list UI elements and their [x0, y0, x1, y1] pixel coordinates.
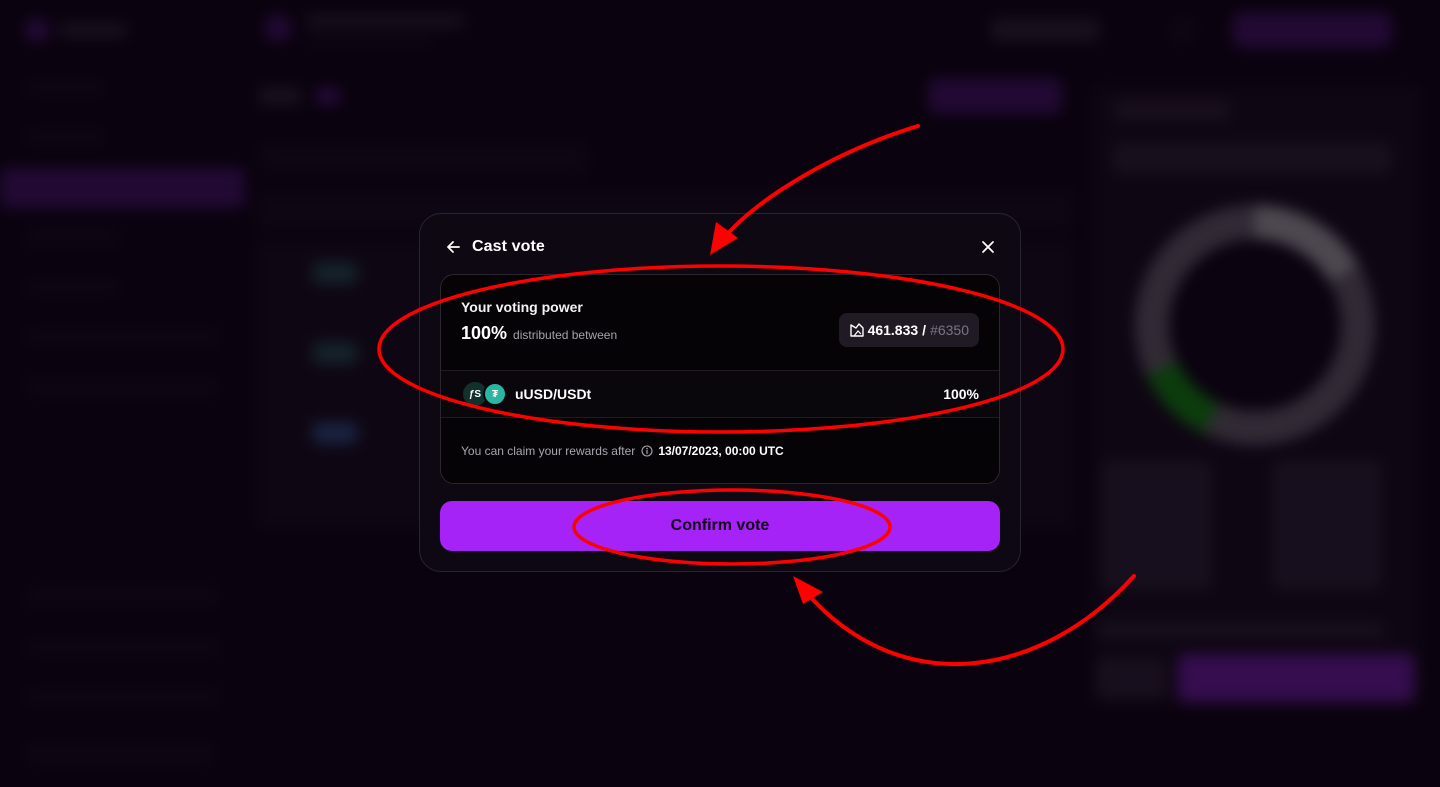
voting-power-distributed: distributed between [513, 328, 618, 342]
pool-pair-row: ƒS ₮ uUSD/USDt 100% [441, 370, 999, 418]
nft-icon [849, 322, 865, 338]
close-icon[interactable] [978, 237, 998, 257]
back-arrow-icon[interactable] [444, 238, 462, 256]
claim-text: You can claim your rewards after [461, 444, 636, 458]
voting-power-amount: 461.833 [867, 322, 919, 338]
info-icon[interactable] [641, 445, 653, 457]
confirm-vote-button[interactable]: Confirm vote [440, 501, 1000, 551]
usdt-token-icon: ₮ [483, 382, 507, 406]
voting-power-separator: / [922, 322, 927, 338]
nft-id: #6350 [930, 322, 969, 338]
voting-power-percent: 100% [461, 323, 508, 343]
voting-power-badge: 461.833 / #6350 [838, 313, 979, 347]
pair-token-icons: ƒS ₮ [461, 381, 509, 407]
voting-power-section: Your voting power 100% distributed betwe… [441, 275, 999, 370]
pair-name: uUSD/USDt [515, 386, 592, 402]
claim-date: 13/07/2023, 00:00 UTC [658, 444, 784, 458]
modal-header: Cast vote [444, 236, 998, 258]
modal-title: Cast vote [472, 238, 545, 255]
pair-percent: 100% [943, 386, 979, 402]
screen: Cast vote Your voting power 100% distrib… [0, 0, 1440, 787]
vote-summary-card: Your voting power 100% distributed betwe… [440, 274, 1000, 484]
cast-vote-modal: Cast vote Your voting power 100% distrib… [419, 213, 1021, 572]
claim-info: You can claim your rewards after 13/07/2… [461, 444, 784, 458]
